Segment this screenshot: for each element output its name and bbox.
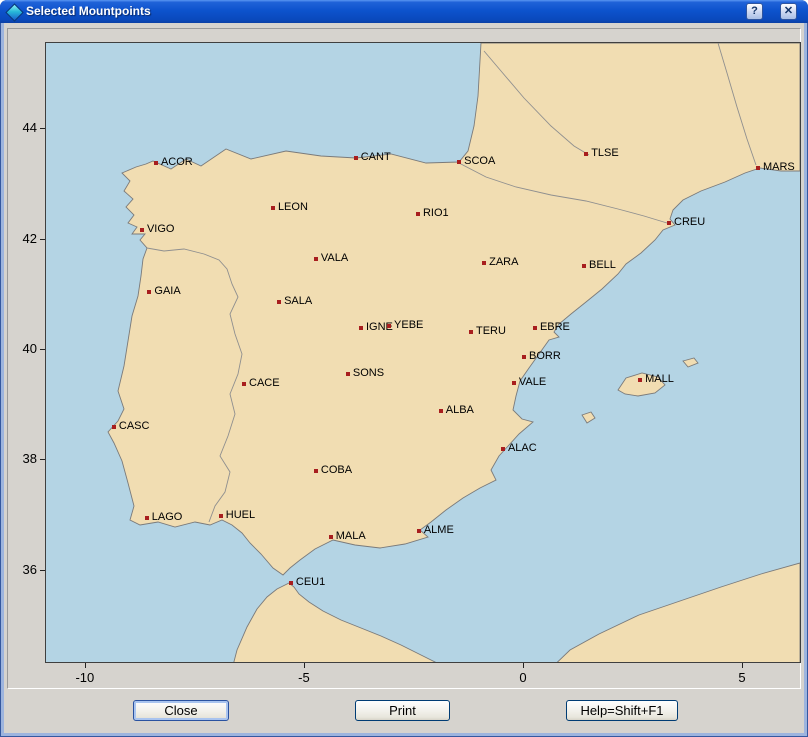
station-marker-VALE [512, 381, 516, 385]
station-marker-YEBE [387, 324, 391, 328]
station-marker-MARS [756, 166, 760, 170]
station-marker-EBRE [533, 326, 537, 330]
y-tick-label: 40 [11, 341, 37, 356]
station-label: CREU [674, 216, 705, 229]
station-marker-CEU1 [289, 581, 293, 585]
x-tick [742, 663, 743, 668]
map-plot-area: ACOR CANT SCOA TLSE MARS LEON RIO1 CREU VIGO VALA… [45, 42, 801, 663]
station-marker-ALBA [439, 409, 443, 413]
station-label: VIGO [147, 223, 175, 236]
y-tick [40, 570, 45, 571]
y-tick [40, 239, 45, 240]
station-label: MALL [645, 373, 674, 386]
station-label: CASC [119, 420, 150, 433]
station-marker-VALA [314, 257, 318, 261]
dialog-window: Selected Mountpoints ? ✕ ACOR CANT SCOA TLS… [0, 0, 808, 737]
station-marker-CASC [112, 425, 116, 429]
app-icon [5, 3, 23, 21]
x-tick-label: 5 [718, 670, 766, 685]
station-label: BELL [589, 259, 616, 272]
station-marker-MALL [638, 378, 642, 382]
station-label: CEU1 [296, 576, 325, 589]
print-button[interactable]: Print [355, 700, 450, 721]
station-label: TERU [476, 325, 506, 338]
station-label: ALAC [508, 442, 537, 455]
station-label: LAGO [152, 511, 183, 524]
station-marker-SONS [346, 372, 350, 376]
station-marker-ALAC [501, 447, 505, 451]
station-label: SONS [353, 367, 384, 380]
y-tick-label: 36 [11, 562, 37, 577]
station-marker-VIGO [140, 228, 144, 232]
x-tick [523, 663, 524, 668]
station-label: RIO1 [423, 207, 449, 220]
station-label: LEON [278, 201, 308, 214]
station-label: MARS [763, 161, 795, 174]
station-marker-SALA [277, 300, 281, 304]
station-label: ZARA [489, 256, 518, 269]
station-marker-MALA [329, 535, 333, 539]
station-marker-CANT [354, 156, 358, 160]
station-label: CANT [361, 151, 391, 164]
station-label: COBA [321, 464, 352, 477]
help-icon[interactable]: ? [746, 3, 763, 20]
station-label: ACOR [161, 156, 193, 169]
station-label: SALA [284, 295, 312, 308]
station-label: CACE [249, 377, 280, 390]
station-marker-CACE [242, 382, 246, 386]
x-tick-label: -10 [61, 670, 109, 685]
station-label: ALBA [446, 404, 474, 417]
station-label: GAIA [154, 285, 180, 298]
station-marker-RIO1 [416, 212, 420, 216]
x-tick-label: 0 [499, 670, 547, 685]
station-label: TLSE [591, 147, 619, 160]
help-shortcut-button[interactable]: Help=Shift+F1 [566, 700, 678, 721]
station-marker-BORR [522, 355, 526, 359]
station-label: HUEL [226, 509, 255, 522]
y-tick [40, 349, 45, 350]
station-marker-BELL [582, 264, 586, 268]
y-tick-label: 44 [11, 120, 37, 135]
station-marker-LEON [271, 206, 275, 210]
station-marker-LAGO [145, 516, 149, 520]
close-icon[interactable]: ✕ [780, 3, 797, 20]
window-title: Selected Mountpoints [26, 4, 151, 18]
station-marker-IGNE [359, 326, 363, 330]
station-marker-ALME [417, 529, 421, 533]
y-tick [40, 459, 45, 460]
x-tick [85, 663, 86, 668]
station-label: ALME [424, 524, 454, 537]
station-marker-ACOR [154, 161, 158, 165]
y-tick-label: 38 [11, 451, 37, 466]
close-button[interactable]: Close [133, 700, 229, 721]
x-tick [304, 663, 305, 668]
title-bar[interactable]: Selected Mountpoints ? ✕ [0, 0, 808, 23]
station-marker-TLSE [584, 152, 588, 156]
x-tick-label: -5 [280, 670, 328, 685]
station-marker-CREU [667, 221, 671, 225]
station-marker-SCOA [457, 160, 461, 164]
map-plot: ACOR CANT SCOA TLSE MARS LEON RIO1 CREU VIGO VALA… [45, 42, 801, 663]
station-marker-GAIA [147, 290, 151, 294]
y-tick-label: 42 [11, 231, 37, 246]
station-marker-TERU [469, 330, 473, 334]
station-marker-HUEL [219, 514, 223, 518]
station-marker-COBA [314, 469, 318, 473]
station-label: MALA [336, 530, 366, 543]
station-marker-ZARA [482, 261, 486, 265]
station-label: EBRE [540, 321, 570, 334]
y-tick [40, 128, 45, 129]
station-label: VALA [321, 252, 348, 265]
station-label: VALE [519, 376, 546, 389]
station-label: BORR [529, 350, 561, 363]
map-svg [46, 43, 800, 662]
station-label: YEBE [394, 319, 423, 332]
station-label: SCOA [464, 155, 495, 168]
